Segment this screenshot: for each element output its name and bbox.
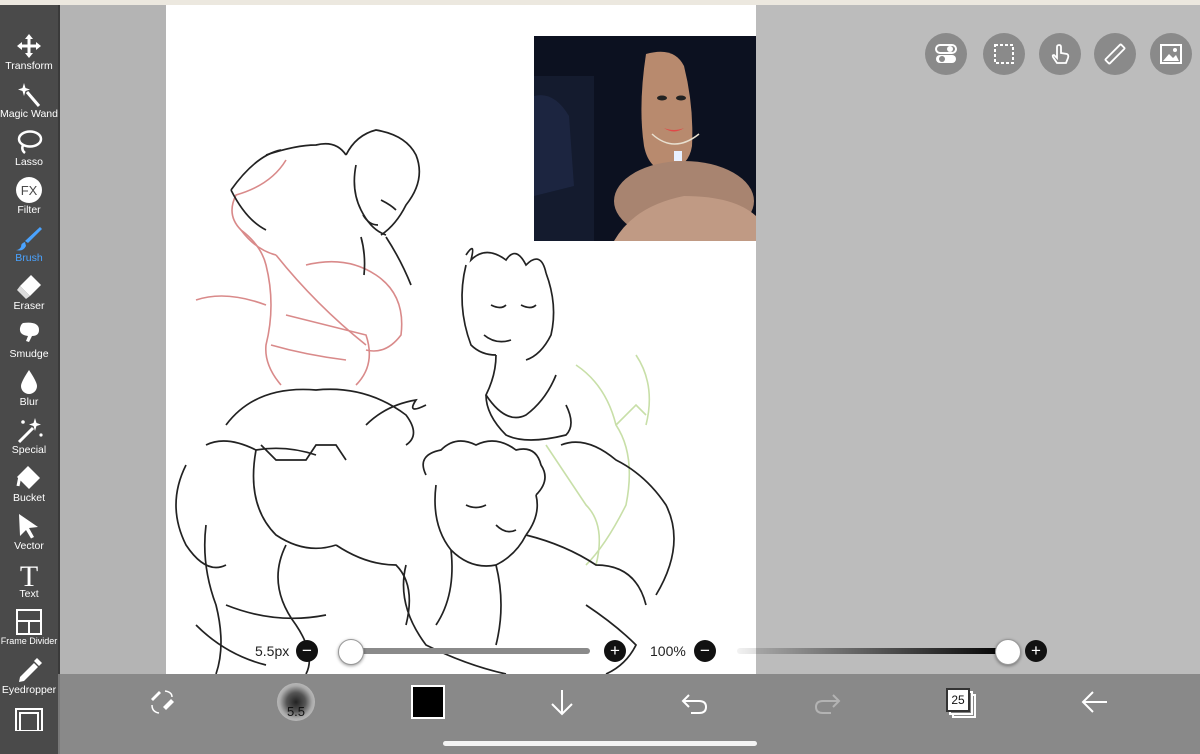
selection-button[interactable] — [983, 33, 1025, 75]
drop-icon — [21, 370, 37, 394]
frame-divider-icon — [16, 609, 42, 635]
workspace-right — [756, 5, 1200, 674]
size-decrease-button[interactable]: − — [296, 640, 318, 662]
brush-size-slider-knob[interactable] — [338, 639, 364, 665]
eraser-icon — [17, 275, 41, 299]
bucket-icon — [16, 466, 40, 489]
tool-eyedropper[interactable]: Eyedropper — [0, 654, 58, 702]
layer-count: 25 — [946, 688, 970, 712]
tool-label: Vector — [14, 540, 44, 552]
size-increase-button[interactable]: + — [604, 640, 626, 662]
brush-preview-icon: 5.5 — [277, 683, 315, 721]
lasso-icon — [17, 130, 43, 154]
frame-icon[interactable] — [14, 707, 44, 731]
tool-special[interactable]: Special — [0, 414, 58, 462]
brush-size-slider[interactable] — [340, 648, 590, 654]
tool-palette: Transform Magic Wand Lasso FX Filter Bru… — [0, 5, 58, 754]
ruler-button[interactable] — [1094, 33, 1136, 75]
touch-gesture-button[interactable] — [1039, 33, 1081, 75]
tool-magic-wand[interactable]: Magic Wand — [0, 78, 58, 126]
reference-photo[interactable] — [534, 36, 756, 241]
tool-smudge[interactable]: Smudge — [0, 318, 58, 366]
tool-vector[interactable]: Vector — [0, 510, 58, 558]
tool-label: Eyedropper — [1, 684, 57, 696]
brush-icon — [16, 227, 42, 251]
tool-eraser[interactable]: Eraser — [0, 270, 58, 318]
tool-label: Bucket — [12, 492, 46, 504]
toggle-switch-icon — [935, 44, 957, 63]
home-indicator — [443, 741, 757, 746]
photo-image — [534, 36, 756, 241]
tool-label: Lasso — [14, 156, 44, 168]
arrow-left-icon — [1081, 691, 1107, 713]
tool-label: Frame Divider — [0, 636, 58, 646]
tool-transform[interactable]: Transform — [0, 30, 58, 78]
opacity-slider-knob[interactable] — [995, 639, 1021, 665]
opacity-decrease-button[interactable]: − — [694, 640, 716, 662]
gallery-button[interactable] — [1150, 33, 1192, 75]
import-button[interactable] — [544, 682, 580, 722]
redo-icon — [814, 694, 841, 714]
eyedropper-icon — [19, 658, 42, 682]
opacity-slider[interactable] — [737, 648, 1007, 654]
fx-icon: FX — [16, 177, 42, 203]
quick-tools-button[interactable] — [144, 682, 180, 722]
tool-label: Text — [19, 588, 39, 600]
tool-label: Eraser — [13, 300, 45, 312]
tool-label: Blur — [19, 396, 39, 408]
text-glyph: T — [20, 560, 38, 588]
redo-button[interactable] — [810, 682, 846, 722]
brush-preview-size: 5.5 — [286, 704, 306, 719]
tool-label: Special — [11, 444, 47, 456]
undo-button[interactable] — [676, 682, 712, 722]
tool-bucket[interactable]: Bucket — [0, 462, 58, 510]
back-button[interactable] — [1076, 682, 1112, 722]
tool-filter[interactable]: FX Filter — [0, 174, 58, 222]
tool-brush[interactable]: Brush — [0, 222, 58, 270]
tool-blur[interactable]: Blur — [0, 366, 58, 414]
color-button[interactable] — [408, 682, 448, 722]
opacity-increase-button[interactable]: + — [1025, 640, 1047, 662]
tool-text[interactable]: T Text — [0, 558, 58, 606]
image-icon — [1160, 44, 1182, 64]
workspace-left — [60, 5, 166, 674]
tool-label: Filter — [17, 204, 41, 216]
text-icon: T — [20, 560, 38, 588]
layers-icon: 25 — [946, 688, 976, 718]
layers-button[interactable]: 25 — [942, 682, 978, 722]
hand-touch-icon — [1051, 44, 1070, 64]
tool-label: Brush — [15, 252, 43, 264]
tool-label: Smudge — [9, 348, 49, 360]
cursor-arrow-icon — [19, 514, 38, 539]
toggle-settings-button[interactable] — [925, 33, 967, 75]
brush-eraser-swap-icon — [151, 690, 174, 714]
undo-icon — [681, 694, 708, 714]
tool-label: Transform — [5, 60, 53, 72]
brush-size-value: 5.5px — [255, 643, 290, 659]
tool-frame-divider[interactable]: Frame Divider — [0, 606, 58, 654]
arrow-down-icon — [551, 690, 573, 716]
ruler-icon — [1104, 43, 1126, 65]
opacity-value: 100% — [650, 643, 686, 659]
brush-preview-button[interactable]: 5.5 — [274, 682, 318, 722]
color-swatch — [411, 685, 445, 719]
move-arrows-icon — [17, 34, 41, 58]
tool-label: Magic Wand — [0, 108, 58, 120]
fx-glyph: FX — [21, 183, 38, 198]
magic-wand-icon — [18, 83, 41, 107]
dashed-selection-icon — [994, 44, 1014, 64]
tool-lasso[interactable]: Lasso — [0, 126, 58, 174]
sparkle-wand-icon — [17, 418, 43, 444]
smudge-icon — [19, 322, 39, 342]
